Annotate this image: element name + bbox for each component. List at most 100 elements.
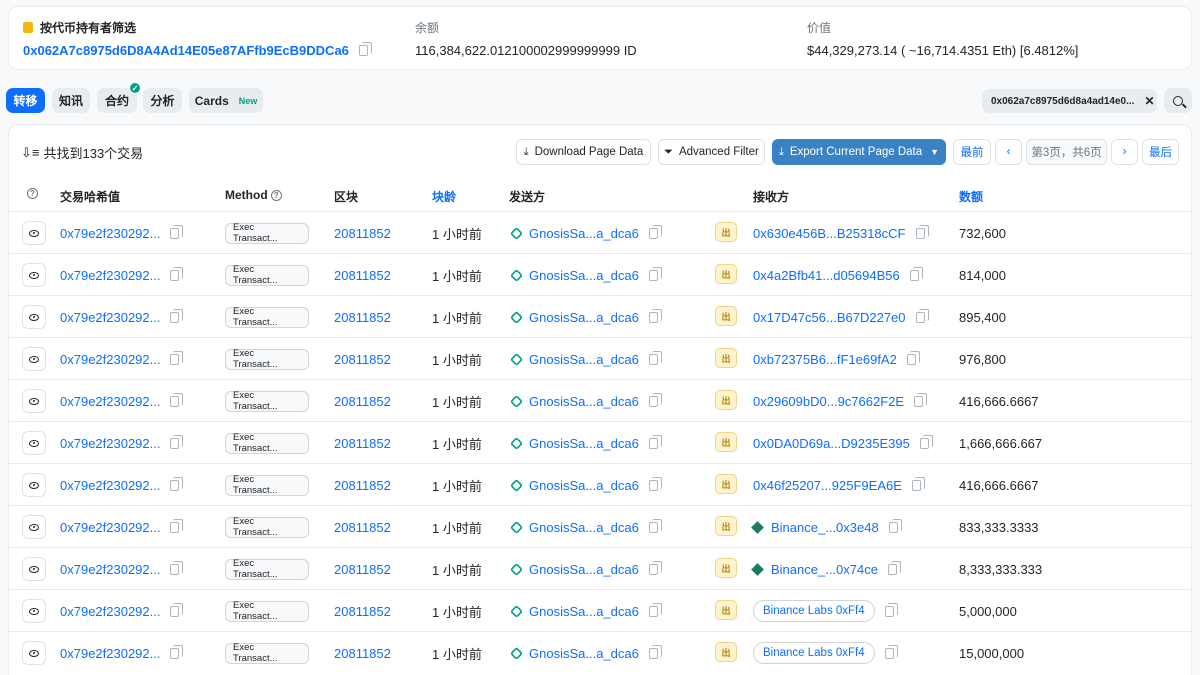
copy-icon[interactable] [648, 476, 662, 491]
copy-icon[interactable] [358, 41, 372, 56]
tab-cards[interactable]: Cards New [189, 88, 263, 113]
copy-icon[interactable] [170, 350, 184, 365]
block-link[interactable]: 20811852 [334, 352, 391, 367]
from-address-link[interactable]: GnosisSa...a_dca6 [529, 646, 639, 661]
from-address-link[interactable]: GnosisSa...a_dca6 [529, 268, 639, 283]
tx-hash-link[interactable]: 0x79e2f230292... [60, 478, 160, 493]
tab-analytics[interactable]: 分析 [143, 88, 182, 113]
export-page-data-button[interactable]: ⤓ Export Current Page Data ▼ [772, 139, 946, 165]
copy-icon[interactable] [909, 266, 923, 281]
copy-icon[interactable] [648, 224, 662, 239]
copy-icon[interactable] [906, 350, 920, 365]
copy-icon[interactable] [648, 350, 662, 365]
tx-hash-link[interactable]: 0x79e2f230292... [60, 436, 160, 451]
block-link[interactable]: 20811852 [334, 646, 391, 661]
to-address-link[interactable]: Binance_...0x74ce [771, 562, 878, 577]
copy-icon[interactable] [648, 308, 662, 323]
block-link[interactable]: 20811852 [334, 562, 391, 577]
copy-icon[interactable] [648, 266, 662, 281]
copy-icon[interactable] [170, 308, 184, 323]
block-link[interactable]: 20811852 [334, 604, 391, 619]
header-age[interactable]: 块龄 [432, 188, 456, 205]
prev-page-button[interactable]: ‹ [995, 139, 1022, 165]
copy-icon[interactable] [170, 518, 184, 533]
copy-icon[interactable] [887, 560, 901, 575]
view-details-button[interactable] [22, 431, 46, 455]
from-address-link[interactable]: GnosisSa...a_dca6 [529, 436, 639, 451]
download-page-data-button[interactable]: ⤓ Download Page Data [516, 139, 651, 165]
block-link[interactable]: 20811852 [334, 310, 391, 325]
advanced-filter-button[interactable]: ⏷ Advanced Filter [658, 139, 765, 165]
copy-icon[interactable] [911, 476, 925, 491]
copy-icon[interactable] [648, 434, 662, 449]
block-link[interactable]: 20811852 [334, 226, 391, 241]
view-details-button[interactable] [22, 221, 46, 245]
copy-icon[interactable] [884, 644, 898, 659]
address-label-pill[interactable]: Binance Labs 0xFf4 [753, 600, 875, 622]
tx-hash-link[interactable]: 0x79e2f230292... [60, 226, 160, 241]
tab-contract[interactable]: 合约 ✓ [97, 82, 141, 113]
view-details-button[interactable] [22, 473, 46, 497]
tab-info[interactable]: 知讯 [52, 88, 90, 113]
copy-icon[interactable] [648, 392, 662, 407]
to-address-link[interactable]: 0x0DA0D69a...D9235E395 [753, 436, 910, 451]
close-icon[interactable]: ✕ [1144, 94, 1154, 108]
tx-hash-link[interactable]: 0x79e2f230292... [60, 310, 160, 325]
tx-hash-link[interactable]: 0x79e2f230292... [60, 562, 160, 577]
from-address-link[interactable]: GnosisSa...a_dca6 [529, 562, 639, 577]
copy-icon[interactable] [648, 518, 662, 533]
to-address-link[interactable]: 0xb72375B6...fF1e69fA2 [753, 352, 897, 367]
view-details-button[interactable] [22, 389, 46, 413]
from-address-link[interactable]: GnosisSa...a_dca6 [529, 226, 639, 241]
search-button[interactable] [1164, 88, 1192, 113]
last-page-button[interactable]: 最后 [1142, 139, 1179, 165]
copy-icon[interactable] [170, 476, 184, 491]
tx-hash-link[interactable]: 0x79e2f230292... [60, 394, 160, 409]
to-address-link[interactable]: 0x17D47c56...B67D227e0 [753, 310, 906, 325]
block-link[interactable]: 20811852 [334, 268, 391, 283]
to-address-link[interactable]: Binance_...0x3e48 [771, 520, 879, 535]
copy-icon[interactable] [170, 644, 184, 659]
tx-hash-link[interactable]: 0x79e2f230292... [60, 520, 160, 535]
help-icon[interactable]: ? [270, 189, 282, 201]
block-link[interactable]: 20811852 [334, 520, 391, 535]
copy-icon[interactable] [170, 434, 184, 449]
first-page-button[interactable]: 最前 [953, 139, 991, 165]
from-address-link[interactable]: GnosisSa...a_dca6 [529, 394, 639, 409]
to-address-link[interactable]: 0x46f25207...925F9EA6E [753, 478, 902, 493]
tx-hash-link[interactable]: 0x79e2f230292... [60, 352, 160, 367]
view-details-button[interactable] [22, 515, 46, 539]
from-address-link[interactable]: GnosisSa...a_dca6 [529, 478, 639, 493]
from-address-link[interactable]: GnosisSa...a_dca6 [529, 352, 639, 367]
copy-icon[interactable] [170, 392, 184, 407]
to-address-link[interactable]: 0x630e456B...B25318cCF [753, 226, 906, 241]
copy-icon[interactable] [170, 602, 184, 617]
view-details-button[interactable] [22, 347, 46, 371]
block-link[interactable]: 20811852 [334, 478, 391, 493]
view-details-button[interactable] [22, 557, 46, 581]
copy-icon[interactable] [914, 392, 928, 407]
copy-icon[interactable] [888, 518, 902, 533]
copy-icon[interactable] [170, 560, 184, 575]
holder-address-link[interactable]: 0x062A7c8975d6D8A4Ad14E05e87AFfb9EcB9DDC… [23, 43, 349, 58]
to-address-link[interactable]: 0x29609bD0...9c7662F2E [753, 394, 904, 409]
sort-icon[interactable]: ⇩≡ [21, 145, 39, 161]
copy-icon[interactable] [170, 224, 184, 239]
copy-icon[interactable] [170, 266, 184, 281]
tab-transfers[interactable]: 转移 [6, 88, 45, 113]
view-details-button[interactable] [22, 641, 46, 665]
copy-icon[interactable] [915, 308, 929, 323]
view-details-button[interactable] [22, 263, 46, 287]
copy-icon[interactable] [648, 602, 662, 617]
info-header-icon[interactable]: ? [27, 188, 38, 199]
view-details-button[interactable] [22, 599, 46, 623]
tx-hash-link[interactable]: 0x79e2f230292... [60, 646, 160, 661]
from-address-link[interactable]: GnosisSa...a_dca6 [529, 310, 639, 325]
block-link[interactable]: 20811852 [334, 394, 391, 409]
copy-icon[interactable] [915, 224, 929, 239]
tx-hash-link[interactable]: 0x79e2f230292... [60, 604, 160, 619]
copy-icon[interactable] [919, 434, 933, 449]
view-details-button[interactable] [22, 305, 46, 329]
to-address-link[interactable]: 0x4a2Bfb41...d05694B56 [753, 268, 900, 283]
copy-icon[interactable] [884, 602, 898, 617]
